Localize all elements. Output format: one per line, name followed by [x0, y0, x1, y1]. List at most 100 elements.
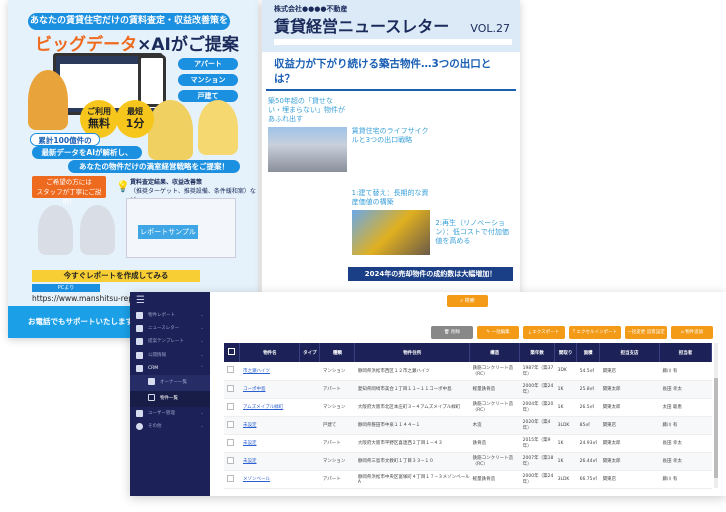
cell: 2020年（築4年）: [519, 416, 555, 435]
cta-banner[interactable]: 今すぐレポートを作成してみる: [32, 270, 200, 282]
table-row[interactable]: コーポ中島 アパート 愛知県岡崎市美合１丁目１１−１１コーポ中島 軽量鉄骨造 2000年…: [224, 380, 712, 399]
sidebar-item-report[interactable]: 物件レポート ⌄: [130, 309, 210, 322]
cell: 長田 幸太: [659, 380, 712, 399]
row-checkbox[interactable]: [227, 456, 234, 464]
col-address[interactable]: 物件住所: [354, 343, 471, 362]
report-url[interactable]: https://www.manshitsu-report.: [32, 294, 146, 303]
search-button[interactable]: ⌕ 検索: [447, 295, 488, 307]
bulk-edit-button[interactable]: ✎ 一括編集: [477, 326, 519, 339]
cell: 鉄筋コンクリート造（RC）: [469, 362, 520, 381]
row-checkbox[interactable]: [227, 474, 234, 482]
report-icon: [136, 312, 143, 319]
cell: 鉄骨造: [469, 434, 520, 453]
crm-window: ☰ 物件レポート ⌄ ニュースレター ⌄ 提案テンプレート ⌄ 公開情報 ⌄ CRM ⌃ …: [130, 292, 726, 496]
row-checkbox[interactable]: [227, 384, 234, 392]
sidebar-item-properties[interactable]: 物件一覧: [130, 391, 210, 407]
row-checkbox[interactable]: [227, 438, 234, 446]
sidebar-item-other[interactable]: その他 ⌄: [130, 420, 210, 433]
col-branch[interactable]: 担当支店: [599, 343, 660, 362]
table-row[interactable]: 未設定 アパート 大阪府大阪市平野区喜連西２丁目１−４３ 鉄骨造 2015年（築9年） 1…: [224, 434, 712, 453]
delete-button[interactable]: 🗑 削除: [431, 326, 473, 339]
table-scrollbar[interactable]: [714, 343, 718, 488]
customer-illustration: [80, 205, 115, 255]
table-row[interactable]: 市之瀬ハイツ マンション 静岡県浜松市西区１２市之瀬ハイツ 鉄筋コンクリート造（RC）…: [224, 362, 712, 381]
property-link[interactable]: 未設定: [243, 459, 257, 464]
col-name[interactable]: 物件名: [239, 343, 301, 362]
cell: 85㎡: [576, 416, 600, 435]
cell: 関東太郎: [599, 380, 660, 399]
cell: 太田 聡恵: [659, 398, 712, 417]
row-checkbox[interactable]: [227, 420, 234, 428]
col-layout[interactable]: 間取り: [554, 343, 578, 362]
woman2-illustration: [198, 100, 238, 155]
col-area[interactable]: 面積: [576, 343, 601, 362]
cell: 鉄筋コンクリート造（RC）: [469, 452, 520, 471]
cell: アパート: [319, 470, 355, 489]
sidebar-item-owners[interactable]: オーナー一覧: [130, 375, 210, 391]
headline-part-b: ×AIがご提案: [137, 35, 239, 55]
cell: [299, 434, 320, 453]
add-property-button[interactable]: ⌂ 物件追加: [671, 326, 713, 339]
export-button[interactable]: ⤓ エクスポート: [523, 326, 565, 339]
bulk-change-button[interactable]: 一括変更 追客設定: [625, 326, 667, 339]
article-columns: 築50年超の「貸せない・埋まらない」物件があふれ出す 賃貸住宅のライフサイクルと…: [262, 91, 520, 262]
cell: 2004年（築20年）: [519, 398, 555, 417]
cell: 2000年（築24年）: [519, 470, 555, 489]
table-row[interactable]: 未設定 戸建て 静岡県磐田市中泉１１４４−１ 木造 2020年（築4年） 3LDK 85㎡関…: [224, 416, 712, 435]
cell: [299, 398, 320, 417]
cell: 藤川 有: [659, 470, 712, 489]
property-link[interactable]: メゾンベール: [243, 477, 270, 482]
cell: 24.93㎡: [576, 434, 600, 453]
trash-icon: 🗑: [443, 330, 452, 335]
cell: 関東店: [599, 470, 660, 489]
row-checkbox[interactable]: [227, 366, 234, 374]
sidebar-item-users[interactable]: ユーザー管理 ⌄: [130, 407, 210, 420]
property-link[interactable]: 未設定: [243, 423, 257, 428]
property-link[interactable]: アムズメイプル緑町: [243, 405, 283, 410]
table-row[interactable]: 未設定 マンション 静岡県三島市文教町１丁目３３−１０ 鉄筋コンクリート造（RC） 20…: [224, 452, 712, 471]
property-link[interactable]: コーポ中島: [243, 387, 266, 392]
man-illustration: [148, 100, 193, 160]
menu-logo-icon[interactable]: ☰: [136, 295, 145, 306]
cell: [299, 380, 320, 399]
user-icon: [136, 365, 143, 372]
sidebar-item-newsletter[interactable]: ニュースレター ⌄: [130, 322, 210, 335]
newsletter: 株式会社●●●●不動産 賃貸経営ニュースレター VOL.27 収益力が下がり続け…: [262, 0, 520, 292]
cell: 軽量鉄骨造: [469, 380, 520, 399]
sidebar-item-crm[interactable]: CRM ⌃: [130, 362, 210, 375]
cell: [299, 470, 320, 489]
staff-note: ご希望の方には スタッフが丁寧にご説明！: [32, 176, 106, 206]
col-structure[interactable]: 構造: [469, 343, 521, 362]
table-row[interactable]: メゾンベール アパート 静岡県浜松市中央区富塚町４丁目１７−３メゾンベールA 軽量鉄骨…: [224, 470, 712, 489]
cell: 3LDK: [554, 470, 577, 489]
template-icon: [136, 338, 143, 345]
col-staff[interactable]: 担当者: [659, 343, 713, 362]
cell: 関東太郎: [599, 452, 660, 471]
col2-heading: 賃貸住宅のライフサイクルと3つの出口戦略: [351, 127, 429, 144]
select-all-checkbox[interactable]: [228, 348, 236, 355]
excel-import-button[interactable]: ⤒ エクセルインポート: [569, 326, 621, 339]
cell: 関東店: [599, 416, 660, 435]
time-badge: 最短 1分: [116, 100, 154, 138]
sidebar-item-public[interactable]: 公開情報 ⌄: [130, 349, 210, 362]
property-link[interactable]: 市之瀬ハイツ: [243, 369, 270, 374]
col-kind[interactable]: 種類: [319, 343, 356, 362]
type-apartment: アパート: [178, 58, 238, 70]
row-checkbox[interactable]: [227, 402, 234, 410]
headline-part-a: ビッグデータ: [35, 35, 138, 55]
cell: 関東店: [599, 362, 660, 381]
col-type[interactable]: タイプ: [299, 343, 321, 362]
demolition-photo: [351, 210, 431, 255]
property-link[interactable]: 未設定: [243, 441, 257, 446]
cell: マンション: [319, 452, 355, 471]
cell: 軽量鉄骨造: [469, 470, 520, 489]
cell: 長田 幸太: [659, 434, 712, 453]
col-built[interactable]: 築年数: [519, 343, 556, 362]
cell: 大阪府大阪市北区本庄町３−４アムズメイプル緑町: [354, 398, 470, 417]
cell: 26.5㎡: [576, 398, 600, 417]
newsletter-title: 賃貸経営ニュースレター: [274, 17, 450, 36]
sidebar-item-template[interactable]: 提案テンプレート ⌄: [130, 335, 210, 348]
cell: マンション: [319, 362, 355, 381]
table-row[interactable]: アムズメイプル緑町 マンション 大阪府大阪市北区本庄町３−４アムズメイプル緑町 鉄筋コ…: [224, 398, 712, 417]
cell: 1K: [554, 380, 577, 399]
